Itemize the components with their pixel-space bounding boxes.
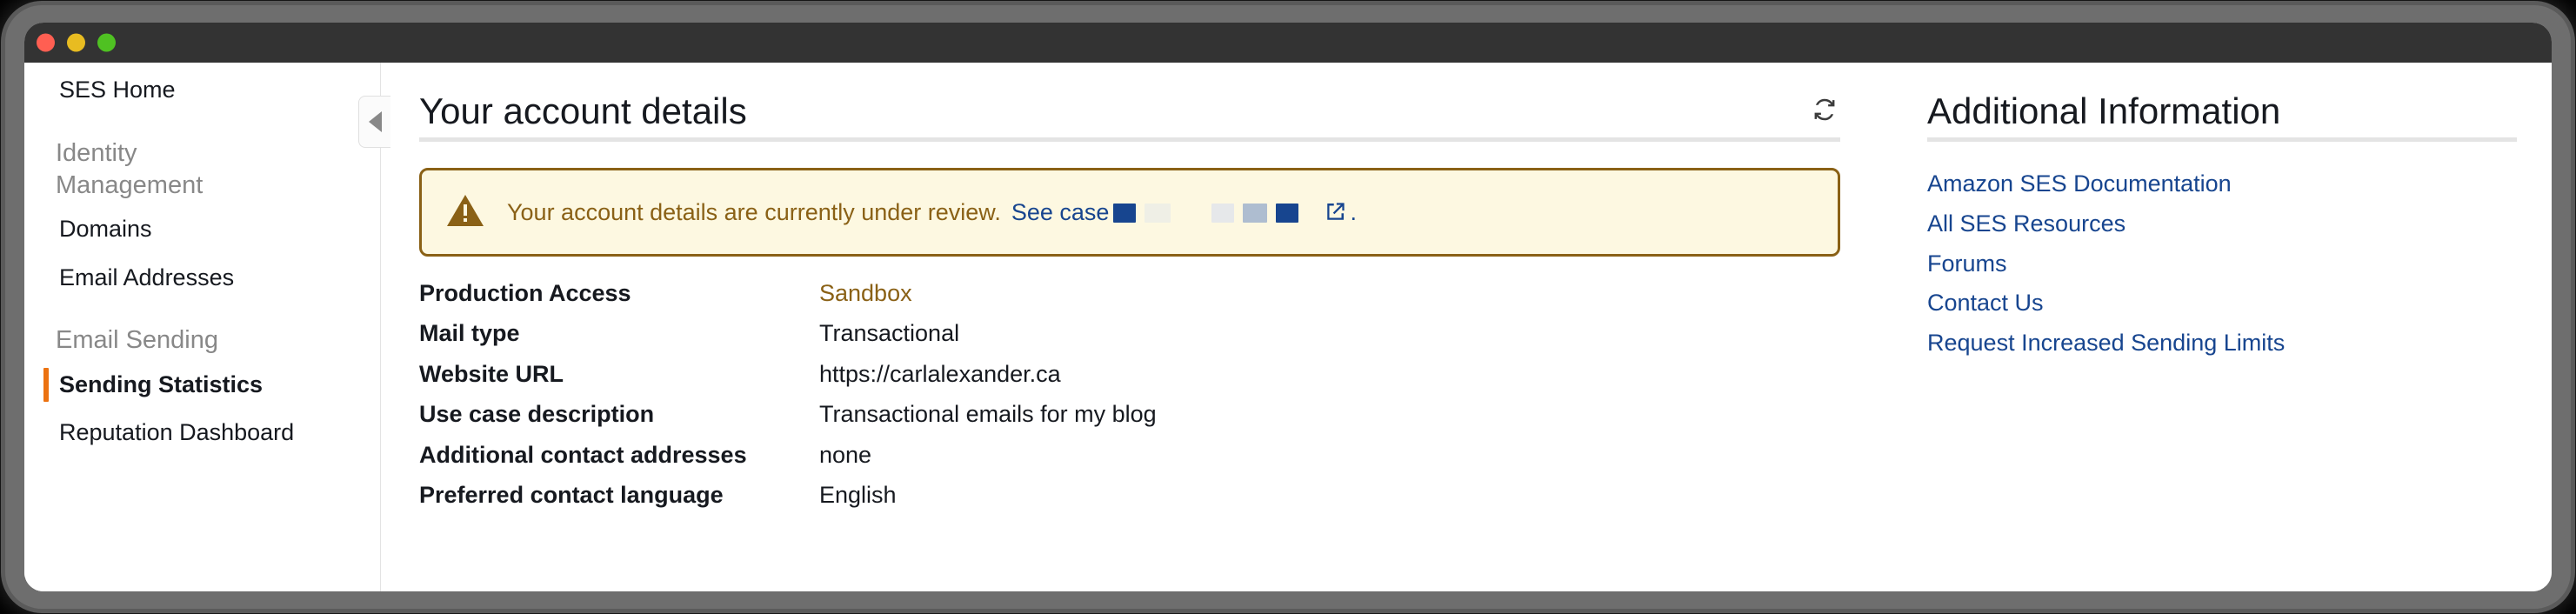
detail-label-production-access: Production Access bbox=[419, 280, 631, 307]
active-indicator-bar bbox=[43, 367, 49, 403]
sidebar-item-label: Sending Statistics bbox=[59, 370, 264, 397]
detail-row: Use case description Transactional email… bbox=[419, 400, 1840, 428]
sidebar-item-ses-home[interactable]: SES Home bbox=[24, 66, 380, 115]
traffic-lights bbox=[37, 33, 116, 52]
aside-title: Additional Information bbox=[1927, 91, 2517, 143]
aside-link-all-ses-resources[interactable]: All SES Resources bbox=[1927, 204, 2517, 244]
see-case-link[interactable]: See case bbox=[1011, 199, 1110, 226]
sidebar-item-domains[interactable]: Domains bbox=[24, 205, 380, 254]
aside-link-forums[interactable]: Forums bbox=[1927, 244, 2517, 284]
detail-value-preferred-contact-language: English bbox=[819, 482, 897, 509]
redacted-case-number bbox=[1109, 199, 1303, 226]
window-titlebar bbox=[24, 23, 2552, 63]
detail-row: Preferred contact language English bbox=[419, 481, 1840, 509]
main-content: Your account details Your account detail… bbox=[382, 63, 1882, 591]
additional-information-panel: Additional Information Amazon SES Docume… bbox=[1882, 63, 2552, 591]
alert-message: Your account details are currently under… bbox=[507, 198, 1001, 225]
detail-value-mail-type: Transactional bbox=[819, 320, 960, 347]
detail-row: Mail type Transactional bbox=[419, 319, 1840, 347]
detail-row: Production Access Sandbox bbox=[419, 279, 1840, 307]
aside-link-amazon-ses-documentation[interactable]: Amazon SES Documentation bbox=[1927, 164, 2517, 204]
warning-triangle-icon bbox=[446, 193, 484, 232]
alert-trailing-period: . bbox=[1350, 198, 1357, 225]
sidebar-collapse-button[interactable] bbox=[358, 96, 390, 148]
detail-row: Additional contact addresses none bbox=[419, 441, 1840, 469]
sidebar-heading-email-sending: Email Sending bbox=[56, 326, 218, 355]
caret-left-icon bbox=[368, 111, 382, 132]
detail-label-website-url: Website URL bbox=[419, 360, 564, 387]
external-link-icon[interactable] bbox=[1322, 199, 1348, 225]
detail-row: Website URL https://carlalexander.ca bbox=[419, 360, 1840, 388]
minimize-button-icon[interactable] bbox=[67, 33, 85, 52]
detail-label-mail-type: Mail type bbox=[419, 320, 520, 347]
aside-link-request-increased-sending-limits[interactable]: Request Increased Sending Limits bbox=[1927, 324, 2517, 364]
page-body: SES Home Identity Management Domains Ema… bbox=[24, 63, 2552, 591]
page-header: Your account details bbox=[419, 90, 1840, 143]
left-sidebar: SES Home Identity Management Domains Ema… bbox=[24, 63, 381, 591]
detail-value-production-access: Sandbox bbox=[819, 280, 912, 307]
refresh-icon[interactable] bbox=[1809, 94, 1840, 125]
aside-link-contact-us[interactable]: Contact Us bbox=[1927, 284, 2517, 324]
detail-label-additional-contact-addresses: Additional contact addresses bbox=[419, 441, 747, 468]
account-review-alert: Your account details are currently under… bbox=[419, 168, 1840, 257]
detail-label-preferred-contact-language: Preferred contact language bbox=[419, 482, 724, 509]
detail-value-additional-contact-addresses: none bbox=[819, 441, 872, 468]
account-details-list: Production Access Sandbox Mail type Tran… bbox=[419, 279, 1840, 509]
browser-window: SES Home Identity Management Domains Ema… bbox=[24, 23, 2552, 591]
detail-value-use-case-description: Transactional emails for my blog bbox=[819, 401, 1157, 428]
detail-label-use-case-description: Use case description bbox=[419, 401, 655, 428]
screenshot-root: SES Home Identity Management Domains Ema… bbox=[0, 0, 2576, 614]
detail-value-website-url: https://carlalexander.ca bbox=[819, 360, 1061, 387]
sidebar-item-sending-statistics[interactable]: Sending Statistics bbox=[24, 361, 380, 410]
alert-text: Your account details are currently under… bbox=[507, 199, 1357, 226]
page-title: Your account details bbox=[419, 90, 747, 131]
sidebar-heading-identity-management: Identity Management bbox=[56, 138, 204, 199]
sidebar-item-reputation-dashboard[interactable]: Reputation Dashboard bbox=[24, 409, 380, 457]
close-button-icon[interactable] bbox=[37, 33, 55, 52]
maximize-button-icon[interactable] bbox=[97, 33, 116, 52]
sidebar-item-email-addresses[interactable]: Email Addresses bbox=[24, 254, 380, 303]
aside-links-list: Amazon SES Documentation All SES Resourc… bbox=[1927, 164, 2517, 364]
